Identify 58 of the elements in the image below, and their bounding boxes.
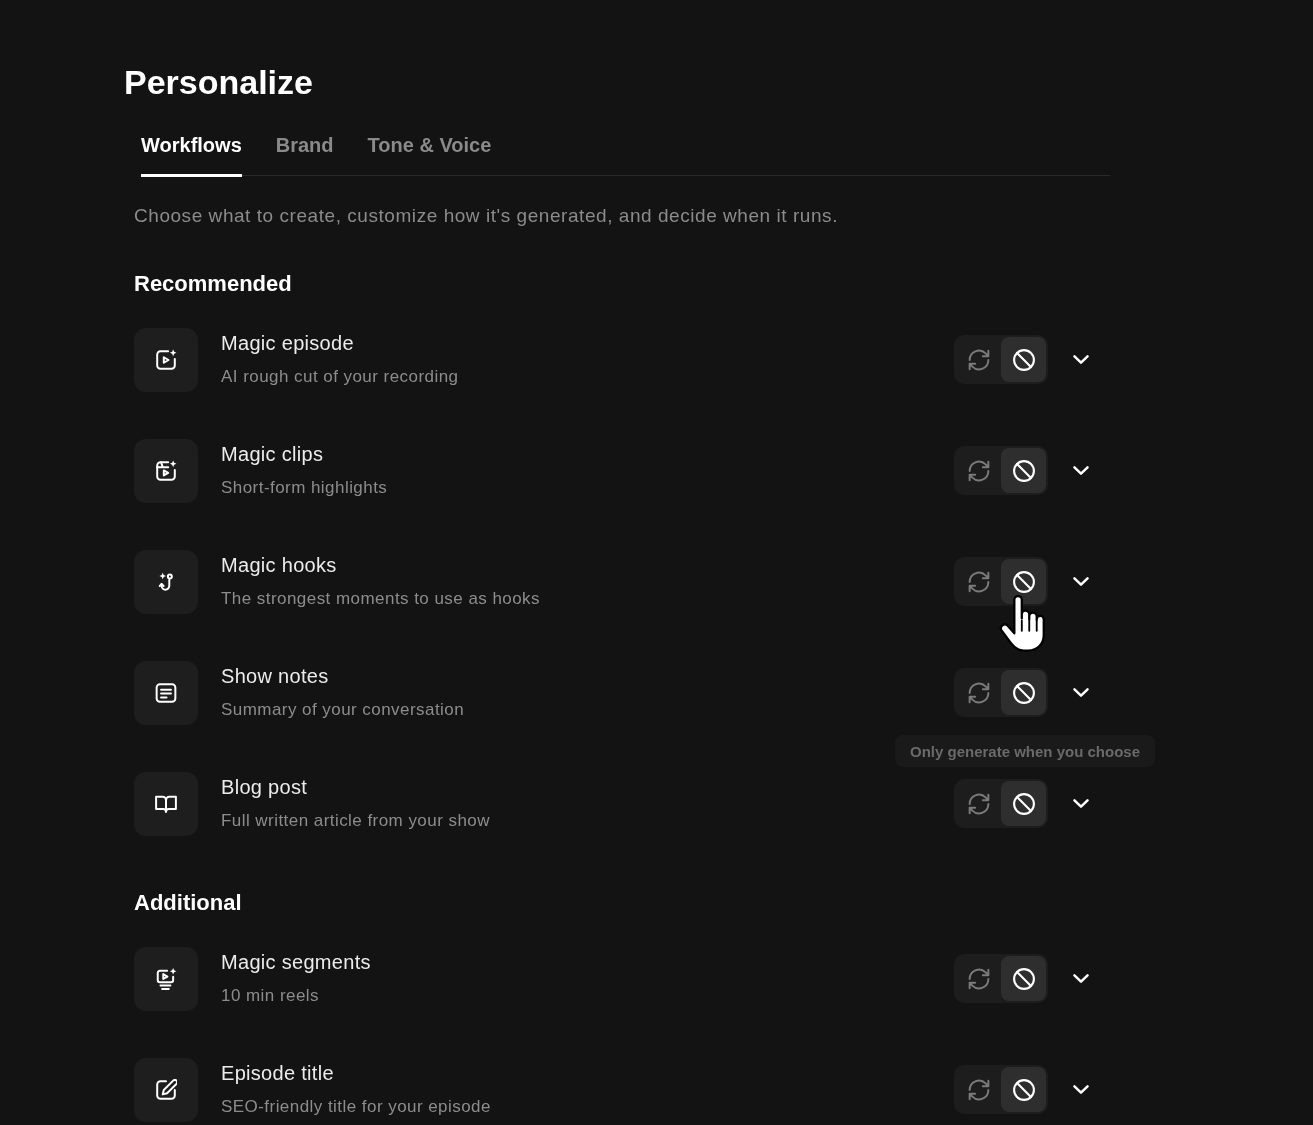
never-run-button[interactable] — [1001, 956, 1046, 1001]
chevron-down-icon — [1073, 1085, 1089, 1094]
ban-icon — [1012, 570, 1035, 593]
ban-icon — [1012, 792, 1035, 815]
cycle-arrows-icon — [967, 792, 990, 815]
workflow-subtitle: SEO-friendly title for your episode — [221, 1096, 491, 1118]
notes-icon — [134, 660, 198, 725]
workflow-subtitle: Full written article from your show — [221, 810, 490, 832]
ban-icon — [1012, 1078, 1035, 1101]
edit-icon — [134, 1057, 198, 1122]
tab[interactable]: Brand — [275, 130, 334, 177]
hook-sparkle-icon — [134, 549, 198, 614]
section-heading: Additional — [134, 889, 243, 917]
chevron-down-icon — [1073, 974, 1089, 983]
chevron-down-icon — [1073, 799, 1089, 808]
cycle-arrows-icon — [967, 459, 990, 482]
chevron-down-icon — [1073, 355, 1089, 364]
chevron-down-icon — [1073, 466, 1089, 475]
description: Choose what to create, customize how it's generated, and decide when it runs. — [134, 204, 839, 228]
workflow-subtitle: 10 min reels — [221, 985, 319, 1007]
never-run-button[interactable] — [1001, 559, 1046, 604]
workflow-subtitle: Summary of your conversation — [221, 699, 465, 721]
tab[interactable]: Tone & Voice — [367, 130, 492, 177]
workflow-title: Magic hooks — [221, 553, 337, 577]
never-run-button[interactable] — [1001, 448, 1046, 493]
monitor-sparkle-icon — [134, 946, 198, 1011]
workflow-title: Magic clips — [221, 442, 324, 466]
workflow-title: Magic segments — [221, 950, 371, 974]
clapper-sparkle-icon — [134, 438, 198, 503]
section-heading: Recommended — [134, 270, 293, 298]
never-run-button[interactable] — [1001, 670, 1046, 715]
workflow-title: Episode title — [221, 1061, 334, 1085]
chevron-down-icon — [1073, 688, 1089, 697]
chevron-down-icon — [1073, 577, 1089, 586]
workflow-title: Blog post — [221, 775, 308, 799]
ban-icon — [1012, 348, 1035, 371]
hand-cursor-icon — [999, 595, 1045, 653]
cycle-arrows-icon — [967, 967, 990, 990]
workflow-subtitle: Short-form highlights — [221, 477, 388, 499]
ban-icon — [1012, 681, 1035, 704]
never-run-button[interactable] — [1001, 781, 1046, 826]
tooltip: Only generate when you choose — [895, 735, 1155, 767]
workflow-subtitle: The strongest moments to use as hooks — [221, 588, 541, 610]
never-run-button[interactable] — [1001, 337, 1046, 382]
page-title: Personalize — [124, 62, 314, 102]
cycle-arrows-icon — [967, 348, 990, 371]
workflow-title: Show notes — [221, 664, 329, 688]
tab[interactable]: Workflows — [141, 130, 242, 177]
workflow-subtitle: AI rough cut of your recording — [221, 366, 459, 388]
video-sparkle-icon — [134, 327, 198, 392]
ban-icon — [1012, 459, 1035, 482]
never-run-button[interactable] — [1001, 1067, 1046, 1112]
cycle-arrows-icon — [967, 681, 990, 704]
cycle-arrows-icon — [967, 1078, 990, 1101]
ban-icon — [1012, 967, 1035, 990]
workflow-title: Magic episode — [221, 331, 354, 355]
cycle-arrows-icon — [967, 570, 990, 593]
book-icon — [134, 771, 198, 836]
